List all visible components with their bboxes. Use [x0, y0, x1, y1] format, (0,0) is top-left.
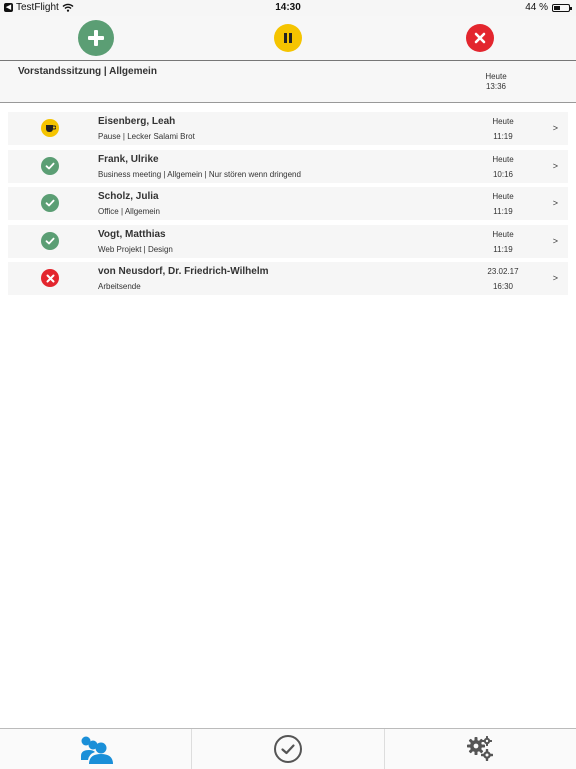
gears-icon	[467, 736, 494, 761]
row-time: 11:19	[493, 244, 513, 254]
action-bar	[0, 16, 576, 61]
header: Vorstandssitzung | Allgemein Heute 13:36	[0, 16, 576, 103]
chevron-right-icon: >	[552, 160, 558, 171]
battery-level	[554, 5, 560, 10]
row-name: Frank, Ulrike	[98, 153, 159, 165]
list-item[interactable]: Scholz, Julia Office | Allgemein Heute 1…	[8, 187, 568, 220]
colleague-list: Eisenberg, Leah Pause | Lecker Salami Br…	[8, 112, 568, 300]
row-name: Scholz, Julia	[98, 191, 159, 202]
status-bar: ◀ TestFlight 14:30 44 %	[0, 0, 576, 16]
close-icon	[474, 32, 486, 44]
pause-button[interactable]	[274, 24, 302, 52]
current-activity-day: Heute	[485, 72, 507, 81]
tab-settings[interactable]	[383, 729, 576, 769]
check-icon	[41, 156, 59, 175]
row-subtitle: Web Projekt | Design	[98, 244, 173, 254]
pause-icon	[284, 33, 292, 43]
list-item[interactable]: Eisenberg, Leah Pause | Lecker Salami Br…	[8, 112, 568, 145]
battery-percent: 44 %	[525, 2, 548, 13]
row-name: Vogt, Matthias	[98, 228, 166, 240]
tab-colleagues[interactable]	[0, 729, 191, 769]
row-day: Heute	[492, 192, 514, 201]
row-time: 16:30	[492, 282, 514, 291]
list-item[interactable]: Frank, Ulrike Business meeting | Allgeme…	[8, 149, 568, 183]
status-bar-right: 44 %	[525, 2, 572, 13]
row-time: 11:19	[493, 207, 513, 216]
tab-bar	[0, 728, 576, 769]
check-icon	[41, 231, 59, 250]
list-item[interactable]: Vogt, Matthias Web Projekt | Design Heut…	[8, 224, 568, 258]
row-time: 11:19	[493, 132, 513, 141]
row-day: 23.02.17	[487, 267, 519, 276]
check-icon	[41, 194, 59, 212]
chevron-right-icon: >	[552, 123, 558, 133]
row-time: 10:16	[492, 169, 514, 179]
row-day: Heute	[492, 154, 514, 164]
row-subtitle: Arbeitsende	[98, 282, 141, 291]
row-name: Eisenberg, Leah	[98, 116, 176, 127]
current-activity-title: Vorstandssitzung | Allgemein	[18, 66, 157, 77]
current-activity-time: 13:36	[485, 82, 507, 91]
list-item[interactable]: von Neusdorf, Dr. Friedrich-Wilhelm Arbe…	[8, 262, 568, 295]
close-icon	[41, 269, 59, 287]
row-day: Heute	[492, 117, 514, 126]
row-subtitle: Pause | Lecker Salami Brot	[98, 132, 195, 141]
tab-status[interactable]	[191, 729, 383, 769]
chevron-right-icon: >	[552, 198, 558, 208]
status-time: 14:30	[275, 2, 301, 13]
chevron-right-icon: >	[552, 235, 558, 246]
people-icon	[80, 736, 113, 764]
stop-button[interactable]	[466, 24, 494, 52]
add-button[interactable]	[78, 20, 114, 56]
row-day: Heute	[492, 229, 514, 239]
row-name: von Neusdorf, Dr. Friedrich-Wilhelm	[98, 266, 269, 277]
row-subtitle: Business meeting | Allgemein | Nur störe…	[98, 169, 301, 179]
check-circle-icon	[273, 735, 302, 763]
coffee-cup-icon	[41, 119, 59, 137]
chevron-right-icon: >	[552, 273, 558, 283]
battery-icon	[552, 3, 572, 12]
plus-icon	[88, 30, 104, 46]
row-subtitle: Office | Allgemein	[98, 207, 160, 216]
